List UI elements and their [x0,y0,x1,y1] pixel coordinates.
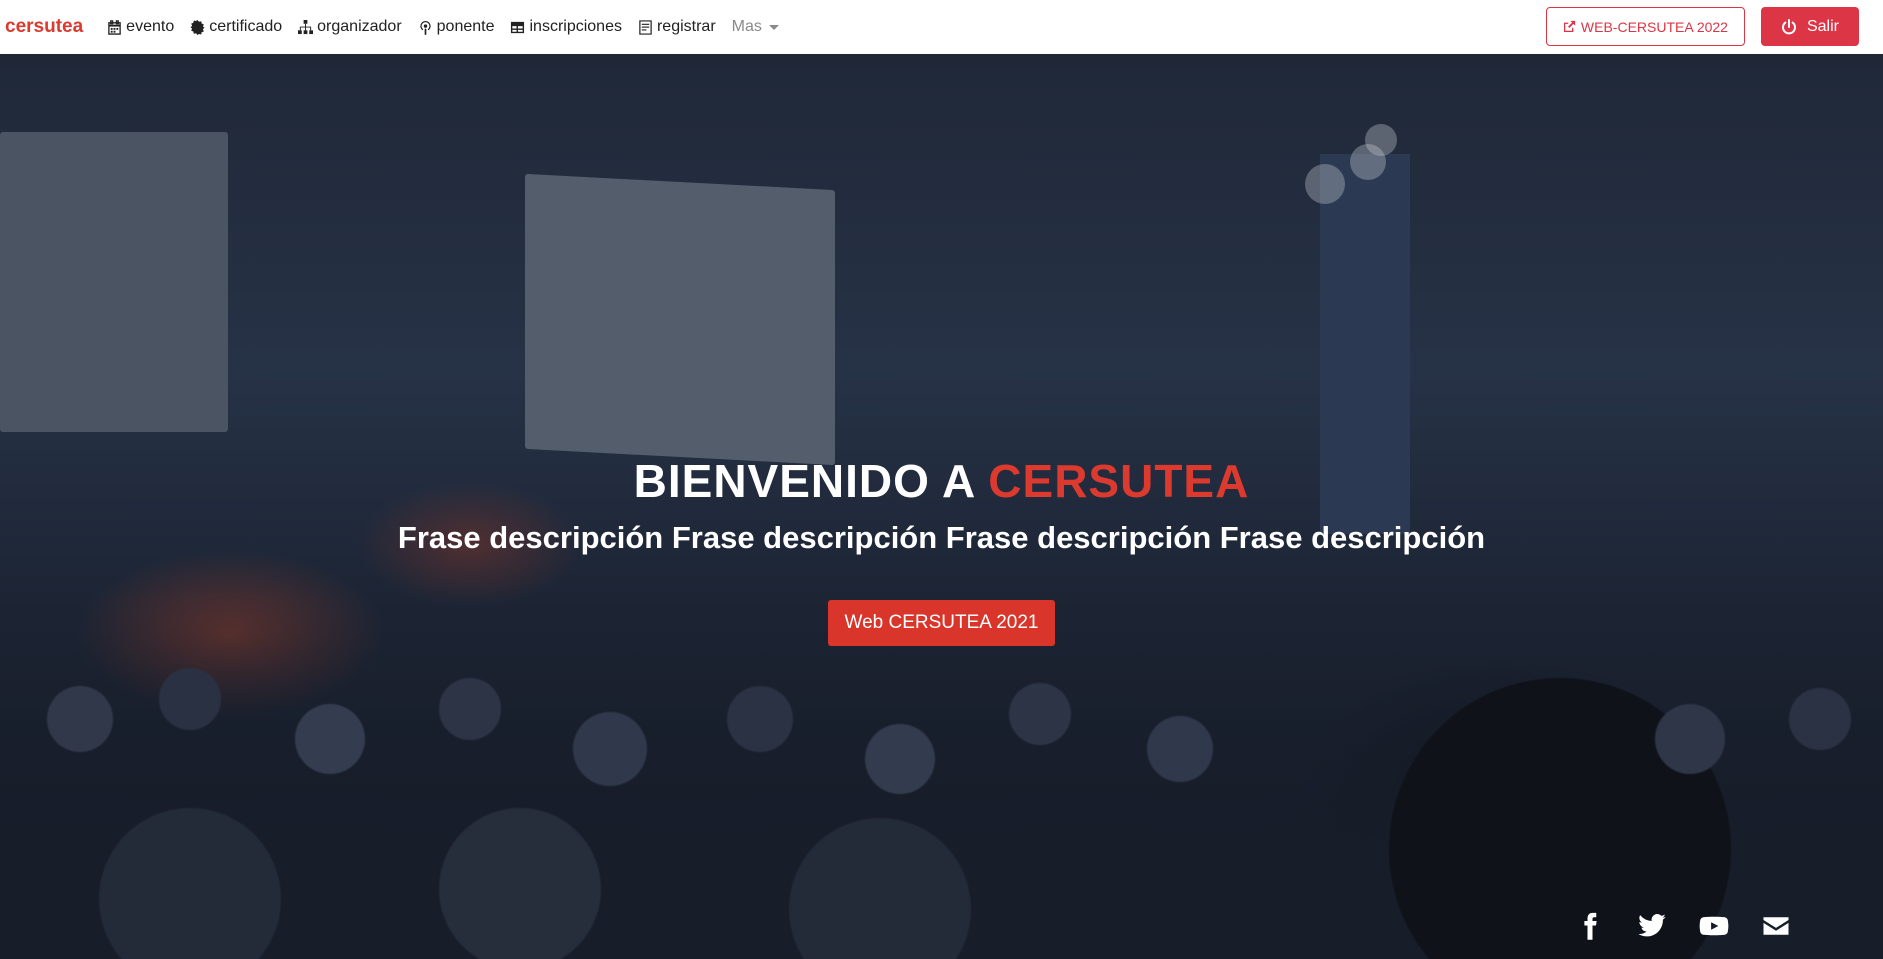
brand-logo[interactable]: cersutea [5,16,83,38]
hero-title-prefix: BIENVENIDO A [633,455,989,507]
background-light [1305,164,1345,204]
caret-down-icon [768,24,779,30]
web-button-label: WEB-CERSUTEA 2022 [1580,18,1728,35]
nav-item-inscripciones[interactable]: inscripciones [510,18,622,36]
nav-item-label: organizador [317,18,402,35]
top-navbar: cersutea evento certificado organizador … [0,0,1883,54]
nav-item-label: ponente [436,18,495,35]
hero-title-accent: CERSUTEA [988,455,1250,507]
nav-item-organizador[interactable]: organizador [298,18,402,36]
background-crowd [0,599,1883,959]
nav-item-label: certificado [209,18,283,35]
social-links [1575,911,1791,941]
hero-title: BIENVENIDO A CERSUTEA [0,454,1883,508]
background-screen-center [525,173,835,466]
table-icon [511,21,525,33]
nav-item-label: registrar [656,18,716,35]
nav-item-label: inscripciones [529,18,622,35]
power-icon [1782,18,1796,34]
podcast-icon [419,20,431,35]
web-cersutea-2022-button[interactable]: WEB-CERSUTEA 2022 [1545,7,1745,46]
youtube-icon[interactable] [1699,911,1729,941]
nav-dropdown-mas[interactable]: Mas [732,18,779,36]
nav-item-registrar[interactable]: registrar [638,18,716,36]
background-light [1365,124,1397,156]
hero-subtitle: Frase descripción Frase descripción Fras… [397,520,1486,555]
sitemap-icon [298,19,314,34]
twitter-icon[interactable] [1637,911,1667,941]
hero-section: BIENVENIDO A CERSUTEA Frase descripción … [0,54,1883,959]
logout-button[interactable]: Salir [1760,7,1859,46]
nav-item-certificado[interactable]: certificado [190,18,282,36]
nav-item-evento[interactable]: evento [107,18,174,36]
hero-content: BIENVENIDO A CERSUTEA Frase descripción … [0,454,1883,646]
facebook-icon[interactable] [1575,911,1605,941]
nav-dropdown-label: Mas [731,18,762,35]
certificate-icon [190,19,205,35]
nav-item-ponente[interactable]: ponente [418,18,495,36]
external-link-icon [1563,20,1576,33]
navbar-actions: WEB-CERSUTEA 2022 Salir [1545,7,1859,46]
nav-item-label: evento [126,18,175,35]
background-screen-left [0,132,228,432]
web-cersutea-2021-button[interactable]: Web CERSUTEA 2021 [827,600,1056,646]
logout-button-label: Salir [1806,17,1839,35]
calendar-icon [108,19,121,35]
envelope-icon[interactable] [1761,911,1791,941]
registry-icon [639,19,652,35]
